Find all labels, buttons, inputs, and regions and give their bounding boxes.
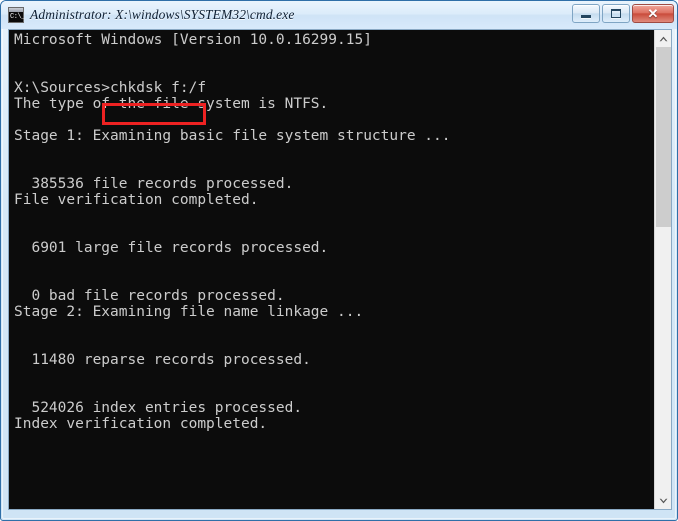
minimize-button[interactable]: [572, 4, 600, 23]
console-line: Index verification completed.: [14, 416, 268, 432]
console-line: 6901 large file records processed.: [14, 240, 329, 256]
console-client-area: Microsoft Windows [Version 10.0.16299.15…: [8, 29, 672, 510]
maximize-button[interactable]: [602, 4, 630, 23]
maximize-icon: [611, 9, 621, 18]
console-output[interactable]: Microsoft Windows [Version 10.0.16299.15…: [9, 30, 655, 509]
console-line: The type of the file system is NTFS.: [14, 96, 329, 112]
close-button[interactable]: ✕: [632, 4, 674, 23]
window-controls: ✕: [572, 4, 674, 23]
console-line: Stage 2: Examining file name linkage ...: [14, 304, 364, 320]
console-text: Microsoft Windows [Version 10.0.16299.15…: [14, 32, 655, 464]
console-line: File verification completed.: [14, 192, 259, 208]
console-line: Microsoft Windows [Version 10.0.16299.15…: [14, 32, 372, 48]
console-line: 524026 index entries processed.: [14, 400, 303, 416]
cmd-icon-prompt-text: C:\_: [10, 13, 25, 21]
cmd-icon-caption-bar: [9, 8, 23, 12]
scroll-down-arrow-icon[interactable]: [655, 492, 671, 509]
close-icon: ✕: [647, 6, 659, 21]
scroll-up-arrow-icon[interactable]: [655, 30, 671, 47]
console-line: 11480 reparse records processed.: [14, 352, 311, 368]
scrollbar-thumb[interactable]: [656, 47, 671, 227]
console-line: Stage 1: Examining basic file system str…: [14, 128, 451, 144]
console-line: 385536 file records processed.: [14, 176, 294, 192]
console-line: 0 bad file records processed.: [14, 288, 285, 304]
vertical-scrollbar[interactable]: [654, 30, 671, 509]
title-bar[interactable]: C:\_ Administrator: X:\windows\SYSTEM32\…: [1, 1, 677, 29]
cmd-icon[interactable]: C:\_: [8, 7, 25, 23]
minimize-icon: [581, 15, 591, 18]
window-title: Administrator: X:\windows\SYSTEM32\cmd.e…: [30, 7, 295, 22]
cmd-window: C:\_ Administrator: X:\windows\SYSTEM32\…: [0, 0, 678, 521]
console-line: X:\Sources>chkdsk f:/f: [14, 80, 207, 96]
